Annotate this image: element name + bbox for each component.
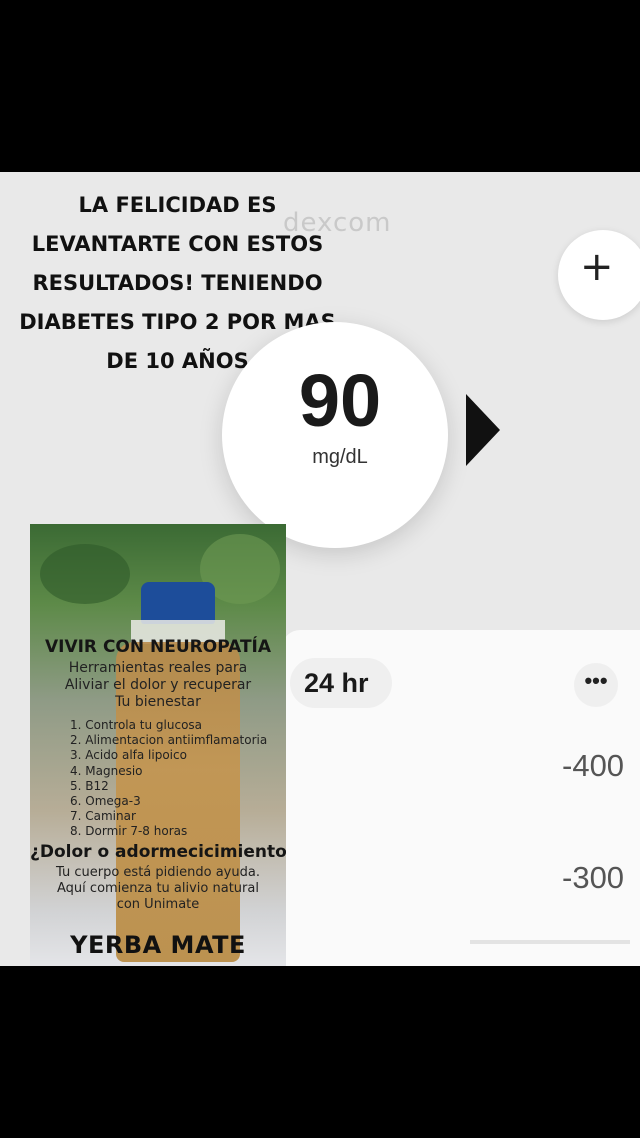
- ad-brand: YERBA MATE: [70, 931, 246, 959]
- time-range-selector[interactable]: 24 hr: [290, 658, 392, 708]
- glucose-unit: mg/dL: [312, 446, 368, 468]
- plus-icon: +: [580, 244, 614, 290]
- bottle-cap: [141, 582, 215, 624]
- time-range-label: 24 hr: [304, 668, 369, 698]
- list-item: 6. Omega-3: [70, 794, 141, 809]
- caption-line: RESULTADOS! TENIENDO: [32, 271, 323, 295]
- letterbox-top: [0, 0, 640, 172]
- list-item: 4. Magnesio: [70, 763, 143, 778]
- ad-tips-list: 1. Controla tu glucosa 2. Alimentacion a…: [70, 718, 267, 840]
- trend-arrow-icon: [466, 394, 500, 466]
- list-item: 2. Alimentacion antiimflamatoria: [70, 733, 268, 748]
- y-axis-tick: -300: [562, 860, 625, 895]
- letterbox-bottom: [0, 966, 640, 1138]
- ad-subtitle-line: Herramientas reales para: [68, 660, 248, 676]
- caption-line: LEVANTARTE CON ESTOS: [31, 232, 324, 256]
- glucose-reading-circle[interactable]: 90 mg/dL: [222, 322, 448, 548]
- add-button[interactable]: +: [558, 230, 640, 320]
- chart-gridline: [470, 940, 630, 944]
- ad-paragraph-line: Tu cuerpo está pidiendo ayuda.: [56, 865, 260, 880]
- list-item: 5. B12: [70, 778, 109, 793]
- ad-question: ¿Dolor o adormecicimiento?: [30, 842, 286, 862]
- app-screen: Dexcom LA FELICIDAD ES LEVANTARTE CON ES…: [0, 172, 640, 966]
- ad-paragraph-line: Aquí comienza tu alivio natural: [57, 881, 259, 896]
- y-axis-tick: -400: [562, 748, 625, 783]
- glucose-value: 90: [298, 359, 382, 442]
- foliage-blur: [40, 544, 130, 604]
- list-item: 3. Acido alfa lipoico: [70, 748, 187, 763]
- ad-subtitle-line: Tu bienestar: [115, 694, 201, 710]
- yerba-mate-ad-image[interactable]: VIVIR CON NEUROPATÍA Herramientas reales…: [30, 524, 286, 966]
- ad-subtitle-line: Aliviar el dolor y recuperar: [64, 677, 252, 693]
- list-item: 1. Controla tu glucosa: [70, 718, 203, 732]
- ad-paragraph-line: con Unimate: [116, 897, 200, 912]
- list-item: 7. Caminar: [70, 809, 136, 824]
- caption-line: LA FELICIDAD ES: [78, 193, 277, 217]
- ad-title: VIVIR CON NEUROPATÍA: [44, 637, 272, 657]
- more-options-icon[interactable]: •••: [574, 663, 618, 707]
- list-item: 8. Dormir 7-8 horas: [70, 824, 188, 839]
